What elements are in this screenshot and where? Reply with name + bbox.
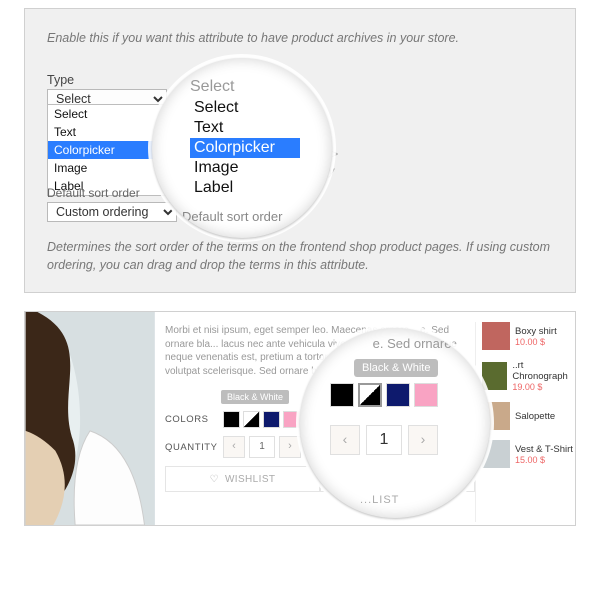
- selected-swatch-badge: Black & White: [221, 390, 289, 404]
- wishlist-button[interactable]: ♡ WISHLIST: [165, 466, 320, 492]
- mag2-qty-decrease-button[interactable]: ‹: [330, 425, 360, 455]
- mag2-swatch-black-white[interactable]: [358, 383, 382, 407]
- related-products-sidebar: Boxy shirt10.00 $ ..rt Chronograph19.00 …: [475, 322, 575, 522]
- mag-option-colorpicker[interactable]: Colorpicker: [190, 138, 300, 158]
- sidebar-item[interactable]: Boxy shirt10.00 $: [482, 322, 575, 350]
- swatch-pink[interactable]: [283, 411, 300, 428]
- type-option-text[interactable]: Text: [48, 123, 166, 141]
- mag-option-label[interactable]: Label: [190, 178, 300, 198]
- product-image: [25, 312, 155, 525]
- type-dropdown-open[interactable]: Select Text Colorpicker Image Label: [47, 104, 167, 196]
- mag-select-heading: Select: [190, 76, 300, 98]
- color-swatches: [223, 411, 300, 428]
- default-sort-label: Default sort order: [47, 186, 140, 200]
- type-option-select[interactable]: Select: [48, 105, 166, 123]
- mag-option-image[interactable]: Image: [190, 158, 300, 178]
- mag2-swatch-navy[interactable]: [386, 383, 410, 407]
- mag2-qty-increase-button[interactable]: ›: [408, 425, 438, 455]
- sidebar-item[interactable]: ..rt Chronograph19.00 $: [482, 360, 575, 392]
- magnifier-type-dropdown: Select Select Text Colorpicker Image Lab…: [152, 58, 332, 238]
- swatch-black-white[interactable]: [243, 411, 260, 428]
- qty-value[interactable]: 1: [249, 436, 275, 458]
- mag2-swatch-black[interactable]: [330, 383, 354, 407]
- mag2-desc-fragment: e. Sed ornare bl...: [373, 336, 476, 351]
- colors-label: COLORS: [165, 414, 223, 425]
- mag-option-select[interactable]: Select: [190, 98, 300, 118]
- archive-description: Enable this if you want this attribute t…: [47, 31, 553, 45]
- mag2-quantity-stepper: ‹ 1 ›: [330, 425, 470, 455]
- type-option-colorpicker[interactable]: Colorpicker: [48, 141, 166, 159]
- thumb-icon: [482, 362, 507, 390]
- sort-order-select[interactable]: Custom ordering: [47, 202, 177, 222]
- mag-default-sort-fragment: Default sort order: [182, 209, 282, 224]
- quantity-stepper: ‹ 1 ›: [223, 436, 301, 458]
- heart-icon: ♡: [210, 474, 219, 485]
- sort-description: Determines the sort order of the terms o…: [47, 239, 553, 274]
- type-option-image[interactable]: Image: [48, 159, 166, 177]
- sidebar-item[interactable]: Salopette: [482, 402, 575, 430]
- thumb-icon: [482, 322, 510, 350]
- magnifier-color-quantity: e. Sed ornare bl... Black & White ‹ 1 › …: [300, 328, 490, 518]
- mag2-color-swatches: [330, 383, 470, 407]
- qty-decrease-button[interactable]: ‹: [223, 436, 245, 458]
- mag2-swatch-badge: Black & White: [354, 359, 438, 377]
- swatch-black[interactable]: [223, 411, 240, 428]
- mag2-swatch-pink[interactable]: [414, 383, 438, 407]
- swatch-navy[interactable]: [263, 411, 280, 428]
- quantity-label: QUANTITY: [165, 442, 223, 453]
- sidebar-item[interactable]: Vest & T-Shirt15.00 $: [482, 440, 575, 468]
- mag-option-text[interactable]: Text: [190, 118, 300, 138]
- mag2-qty-value[interactable]: 1: [366, 425, 402, 455]
- qty-increase-button[interactable]: ›: [279, 436, 301, 458]
- mag2-wishlist-fragment: ...LIST: [360, 494, 399, 506]
